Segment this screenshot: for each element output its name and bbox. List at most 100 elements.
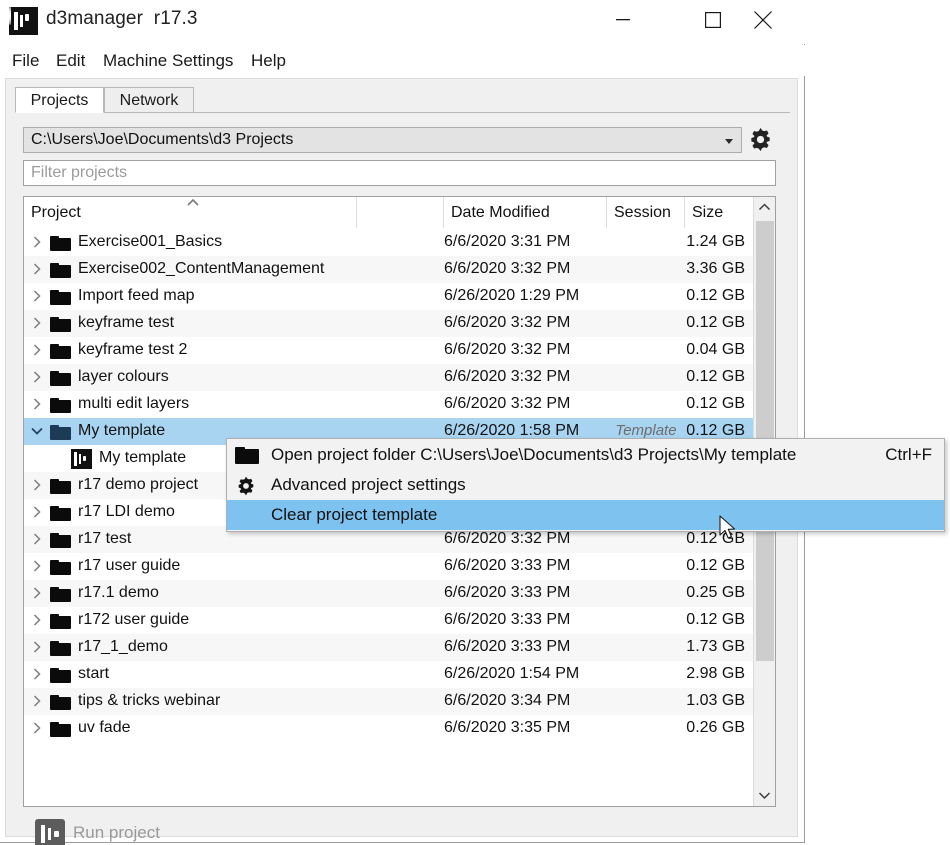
folder-icon <box>50 560 71 575</box>
gear-icon[interactable] <box>748 127 776 153</box>
maximize-button[interactable] <box>687 0 739 40</box>
menu-edit[interactable]: Edit <box>50 45 91 76</box>
row-project-name: r17 LDI demo <box>78 499 175 526</box>
row-project-name: r17.1 demo <box>78 580 159 607</box>
table-row[interactable]: Exercise002_ContentManagement6/6/2020 3:… <box>24 256 753 283</box>
tab-underline <box>15 112 790 113</box>
table-row[interactable]: layer colours6/6/2020 3:32 PM0.12 GB <box>24 364 753 391</box>
chevron-right-icon[interactable] <box>30 613 44 627</box>
table-row[interactable]: r172 user guide6/6/2020 3:33 PM0.12 GB <box>24 607 753 634</box>
folder-icon <box>50 533 71 548</box>
chevron-right-icon[interactable] <box>30 370 44 384</box>
folder-icon <box>50 236 71 251</box>
minimize-button[interactable] <box>597 0 649 40</box>
menu-bar: File Edit Machine Settings Help <box>0 45 805 76</box>
chevron-down-icon[interactable] <box>718 129 740 151</box>
tab-network[interactable]: Network <box>104 87 194 113</box>
chevron-right-icon[interactable] <box>30 505 44 519</box>
chevron-down-icon[interactable] <box>30 424 44 438</box>
table-row[interactable]: uv fade6/6/2020 3:35 PM0.26 GB <box>24 715 753 742</box>
table-row[interactable]: multi edit layers6/6/2020 3:32 PM0.12 GB <box>24 391 753 418</box>
chevron-down-icon[interactable] <box>754 785 775 806</box>
folder-icon <box>50 506 71 521</box>
chevron-right-icon[interactable] <box>30 667 44 681</box>
row-project-name: tips & tricks webinar <box>78 688 220 715</box>
row-date-modified: 6/6/2020 3:33 PM <box>444 580 600 607</box>
column-header-session[interactable]: Session <box>607 197 685 228</box>
chevron-right-icon[interactable] <box>30 397 44 411</box>
menu-machine-settings[interactable]: Machine Settings <box>97 45 239 76</box>
column-header-date-modified[interactable]: Date Modified <box>444 197 607 228</box>
row-project-name: keyframe test 2 <box>78 337 187 364</box>
folder-icon <box>50 398 71 413</box>
row-session <box>607 391 685 418</box>
row-size: 2.98 GB <box>679 661 745 688</box>
row-size: 0.12 GB <box>679 607 745 634</box>
row-session <box>607 229 685 256</box>
chevron-up-icon[interactable] <box>754 197 775 218</box>
row-project-name: r172 user guide <box>78 607 189 634</box>
row-session <box>607 337 685 364</box>
row-project-name: multi edit layers <box>78 391 189 418</box>
row-session <box>607 283 685 310</box>
table-row[interactable]: r17 user guide6/6/2020 3:33 PM0.12 GB <box>24 553 753 580</box>
chevron-right-icon[interactable] <box>30 559 44 573</box>
close-button[interactable] <box>737 0 789 40</box>
chevron-right-icon[interactable] <box>30 262 44 276</box>
row-date-modified: 6/26/2020 1:54 PM <box>444 661 600 688</box>
menu-help[interactable]: Help <box>245 45 292 76</box>
context-menu-item-clear-project-template[interactable]: Clear project template <box>227 500 944 530</box>
sort-ascending-caret <box>186 196 200 204</box>
table-row[interactable]: Exercise001_Basics6/6/2020 3:31 PM1.24 G… <box>24 229 753 256</box>
column-header-blank[interactable] <box>357 197 444 228</box>
row-session <box>607 715 685 742</box>
context-menu: Open project folder C:\Users\Joe\Documen… <box>226 438 945 532</box>
table-header-row: Project Date Modified Session Size <box>24 197 775 230</box>
row-session <box>607 634 685 661</box>
row-date-modified: 6/6/2020 3:32 PM <box>444 337 600 364</box>
chevron-right-icon[interactable] <box>30 586 44 600</box>
row-project-name: r17 demo project <box>78 472 198 499</box>
chevron-right-icon[interactable] <box>30 316 44 330</box>
chevron-right-icon[interactable] <box>30 478 44 492</box>
menu-file[interactable]: File <box>6 45 45 76</box>
chevron-right-icon[interactable] <box>30 532 44 546</box>
chevron-right-icon[interactable] <box>30 235 44 249</box>
row-date-modified: 6/6/2020 3:32 PM <box>444 391 600 418</box>
row-project-name: Import feed map <box>78 283 195 310</box>
context-menu-item-label: Open project folder C:\Users\Joe\Documen… <box>271 440 796 470</box>
row-project-name: keyframe test <box>78 310 174 337</box>
folder-icon <box>50 668 71 683</box>
table-row[interactable]: keyframe test 26/6/2020 3:32 PM0.04 GB <box>24 337 753 364</box>
chevron-right-icon[interactable] <box>30 694 44 708</box>
row-session <box>607 310 685 337</box>
chevron-right-icon[interactable] <box>30 640 44 654</box>
d3-project-icon <box>71 449 92 469</box>
table-row[interactable]: keyframe test6/6/2020 3:32 PM0.12 GB <box>24 310 753 337</box>
row-project-name: Exercise001_Basics <box>78 229 222 256</box>
gear-icon <box>235 476 257 496</box>
table-row[interactable]: r17_1_demo6/6/2020 3:33 PM1.73 GB <box>24 634 753 661</box>
filter-projects-input[interactable] <box>23 160 776 186</box>
folder-icon <box>235 447 259 464</box>
chevron-right-icon[interactable] <box>30 721 44 735</box>
table-row[interactable]: start6/26/2020 1:54 PM2.98 GB <box>24 661 753 688</box>
row-project-name: r17 test <box>78 526 131 553</box>
row-session <box>607 607 685 634</box>
row-session <box>607 580 685 607</box>
project-path-combobox[interactable]: C:\Users\Joe\Documents\d3 Projects <box>23 127 742 153</box>
table-row[interactable]: Import feed map6/26/2020 1:29 PM0.12 GB <box>24 283 753 310</box>
column-header-size[interactable]: Size <box>685 197 753 228</box>
table-row[interactable]: tips & tricks webinar6/6/2020 3:34 PM1.0… <box>24 688 753 715</box>
project-path-value: C:\Users\Joe\Documents\d3 Projects <box>31 128 293 152</box>
app-root: d3manager r17.3 File Edit Machine Settin… <box>0 0 950 845</box>
d3-logo-icon <box>9 7 38 35</box>
context-menu-item-open-project-folder[interactable]: Open project folder C:\Users\Joe\Documen… <box>227 440 944 470</box>
chevron-right-icon[interactable] <box>30 289 44 303</box>
tab-projects[interactable]: Projects <box>15 87 104 113</box>
run-project-action[interactable]: Run project <box>23 815 776 845</box>
context-menu-item-advanced-project-settings[interactable]: Advanced project settings <box>227 470 944 500</box>
table-row[interactable]: r17.1 demo6/6/2020 3:33 PM0.25 GB <box>24 580 753 607</box>
context-menu-item-label: Clear project template <box>271 500 437 530</box>
chevron-right-icon[interactable] <box>30 343 44 357</box>
